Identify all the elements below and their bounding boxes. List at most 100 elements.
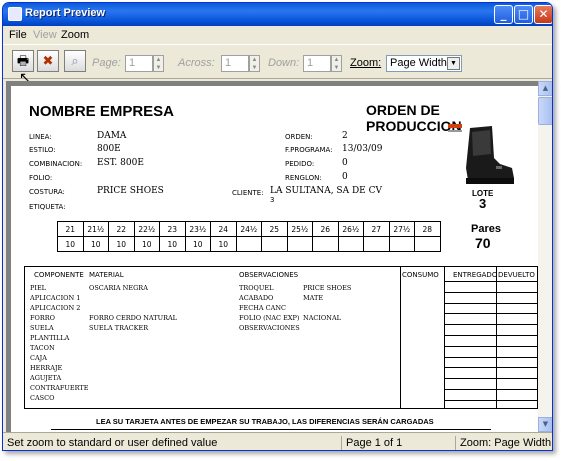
fprograma-label: F.PROGRAMA: <box>285 146 333 154</box>
grid-line <box>445 335 538 336</box>
cliente-number: 3 <box>270 196 275 204</box>
scroll-up-icon[interactable]: ▲ <box>538 81 552 96</box>
divider <box>400 267 401 408</box>
status-zoom: Zoom: Page Width <box>455 436 552 450</box>
list-item <box>89 293 177 303</box>
componentes-list: PIEL APLICACION 1 APLICACION 2 FORRO SUELA PL… <box>30 283 89 403</box>
size-cell: 25 <box>261 221 288 237</box>
chevron-down-icon[interactable]: ▼ <box>447 57 460 70</box>
across-spinner[interactable]: ▲ ▼ <box>249 55 260 72</box>
size-cell: 27 <box>363 221 390 237</box>
quantity-cell <box>388 236 415 252</box>
menu-bar: File View Zoom <box>3 26 552 43</box>
scroll-thumb[interactable] <box>538 97 552 125</box>
costura-label: COSTURA: <box>29 188 65 196</box>
list-item: FORRO CERDO NATURAL <box>89 314 177 322</box>
company-name: NOMBRE EMPRESA <box>29 103 175 120</box>
list-item <box>303 323 351 333</box>
list-item: CAJA <box>30 354 47 362</box>
grid-line <box>445 389 538 390</box>
pedido-label: PEDIDO: <box>285 160 315 168</box>
quantities-row: 10 10 10 10 10 10 10 <box>57 236 441 252</box>
maximize-button[interactable]: □ <box>514 5 533 24</box>
close-report-icon: ✖ <box>42 53 54 68</box>
across-input[interactable]: 1 <box>221 55 249 72</box>
list-item: SUELA <box>30 324 54 332</box>
close-preview-button[interactable]: ✖ <box>37 50 59 72</box>
quantity-cell <box>414 236 441 252</box>
grid-line <box>445 399 538 401</box>
quantity-cell <box>337 236 364 252</box>
size-cell: 23½ <box>184 221 211 237</box>
grid-line <box>445 356 538 358</box>
quantity-cell: 10 <box>82 236 109 252</box>
down-input[interactable]: 1 <box>303 55 331 72</box>
materials-box: COMPONENTE MATERIAL OBSERVACIONES CONSUM… <box>24 266 538 409</box>
size-cell: 26 <box>312 221 339 237</box>
minimize-button[interactable]: _ <box>494 5 513 24</box>
list-item <box>89 303 177 313</box>
scroll-down-icon[interactable]: ▼ <box>538 417 552 432</box>
page-spinner[interactable]: ▲ ▼ <box>153 55 164 72</box>
list-item: AGUJETA <box>30 374 62 382</box>
page-input[interactable]: 1 <box>125 55 153 72</box>
size-cell: 28 <box>414 221 441 237</box>
preview-area[interactable]: NOMBRE EMPRESA ORDEN DE PRODUCCION LINEA… <box>6 81 538 432</box>
grid-line <box>445 367 538 369</box>
observaciones-header: OBSERVACIONES <box>239 271 299 279</box>
size-cell: 21½ <box>82 221 109 237</box>
zoom-select[interactable]: Page Width ▼ <box>386 55 462 72</box>
costura-value: PRICE SHOES <box>97 186 164 196</box>
size-cell: 24 <box>210 221 237 237</box>
grid-line <box>445 291 538 293</box>
close-button[interactable]: ✕ <box>534 5 552 24</box>
list-item: SUELA TRACKER <box>89 324 149 332</box>
menu-view[interactable]: View <box>33 29 57 41</box>
quantity-cell: 10 <box>108 236 135 252</box>
report-preview-window: Report Preview _ □ ✕ File View Zoom 🖶 ✖ … <box>2 2 553 451</box>
material-header: MATERIAL <box>89 271 124 279</box>
list-item: HERRAJE <box>30 364 63 372</box>
consumo-header: CONSUMO <box>402 271 439 279</box>
list-item: OSCARIA NEGRA <box>89 284 148 292</box>
estilo-label: ESTILO: <box>29 146 56 154</box>
fprograma-value: 13/03/09 <box>342 144 383 154</box>
quantity-cell: 10 <box>159 236 186 252</box>
list-item: APLICACION 1 <box>30 294 81 302</box>
window-title: Report Preview <box>25 7 106 19</box>
size-cell: 22½ <box>133 221 160 237</box>
pares-label: Pares <box>471 223 501 235</box>
status-page: Page 1 of 1 <box>341 436 451 450</box>
title-bar[interactable]: Report Preview _ □ ✕ <box>3 3 552 26</box>
list-item: CONTRAFUERTE <box>30 384 89 392</box>
entregado-header: ENTREGADO <box>453 271 498 279</box>
find-button[interactable]: ⌕ <box>64 50 86 72</box>
zoom-label: Zoom: <box>350 57 382 69</box>
list-item: MATE <box>303 294 324 302</box>
list-item: FECHA CANC <box>239 304 286 312</box>
quantity-cell: 10 <box>57 236 84 252</box>
grid-line <box>445 345 538 347</box>
vertical-scrollbar[interactable]: ▲ ▼ <box>538 81 552 432</box>
menu-zoom[interactable]: Zoom <box>61 29 89 41</box>
list-item: FORRO <box>30 314 55 322</box>
down-spinner[interactable]: ▲ ▼ <box>331 55 342 72</box>
magnifier-icon: ⌕ <box>71 53 79 68</box>
cliente-value: LA SULTANA, SA DE CV <box>270 186 382 196</box>
orden-label: ORDEN: <box>285 133 313 141</box>
list-item: FOLIO (NAC EXP) <box>239 314 300 322</box>
grid-line <box>445 302 538 304</box>
footer-rule <box>51 429 491 430</box>
list-item: APLICACION 2 <box>30 304 81 312</box>
down-label: Down: <box>268 57 300 69</box>
devuelto-header: DEVUELTO <box>498 271 535 279</box>
list-item: PRICE SHOES <box>303 284 352 292</box>
status-bar: Set zoom to standard or user defined val… <box>3 432 552 450</box>
across-label: Across: <box>178 57 215 69</box>
zoom-value: Page Width <box>390 57 447 69</box>
list-item: TROQUEL <box>239 284 274 292</box>
menu-file[interactable]: File <box>9 29 27 41</box>
size-cell: 24½ <box>235 221 262 237</box>
quantity-cell: 10 <box>133 236 160 252</box>
report-page: NOMBRE EMPRESA ORDEN DE PRODUCCION LINEA… <box>11 86 538 432</box>
